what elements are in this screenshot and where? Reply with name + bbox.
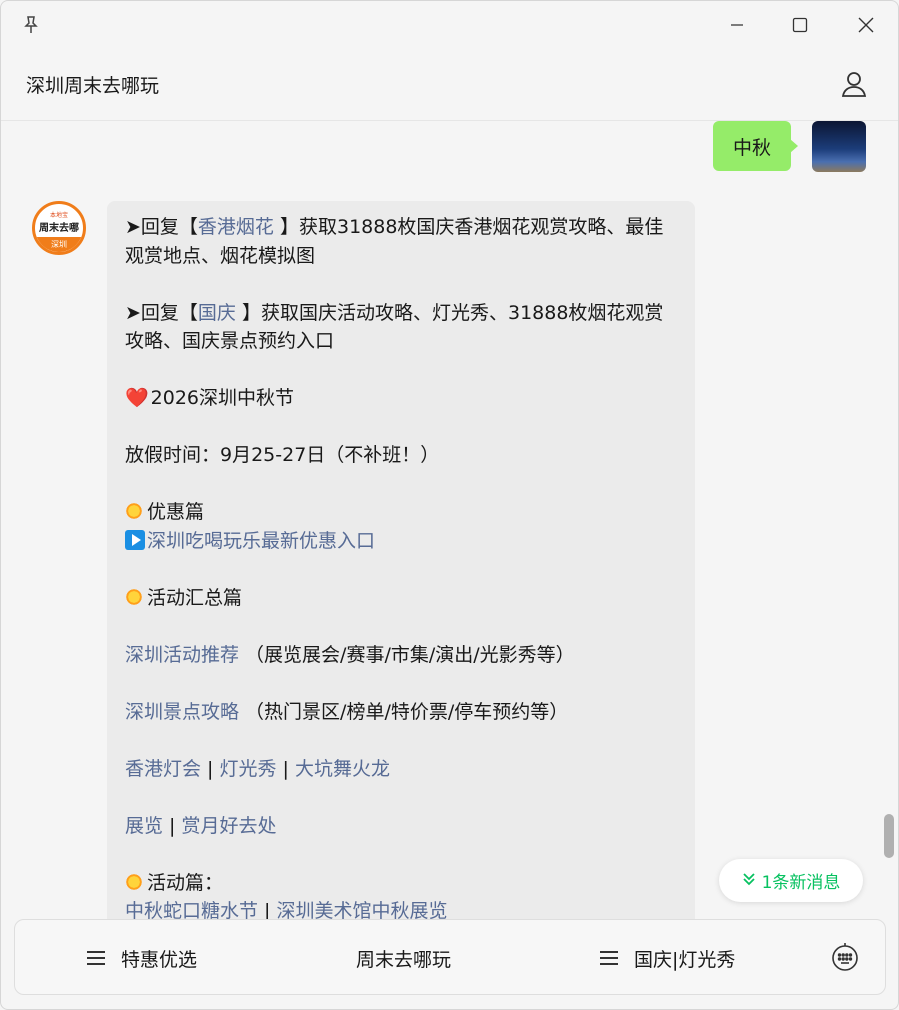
link-art-museum[interactable]: 深圳美术馆中秋展览 bbox=[277, 900, 448, 919]
link-activity-recommend[interactable]: 深圳活动推荐 bbox=[125, 644, 239, 666]
pin-icon[interactable] bbox=[19, 13, 43, 37]
discount-section: 优惠篇 深圳吃喝玩乐最新优惠入口 bbox=[125, 498, 677, 555]
discount-heading: 优惠篇 bbox=[147, 501, 205, 523]
activity-section: 活动篇： 中秋蛇口糖水节 | 深圳美术馆中秋展览 bbox=[125, 869, 677, 919]
menu-item-label: 国庆|灯光秀 bbox=[634, 948, 736, 971]
activity-recommend-desc: （展览展会/赛事/市集/演出/光影秀等） bbox=[239, 643, 575, 666]
sun-icon bbox=[125, 502, 143, 520]
links-line-lanterns: 香港灯会 | 灯光秀 | 大坑舞火龙 bbox=[125, 755, 677, 784]
menu-item-weekend[interactable]: 周末去哪玩 bbox=[356, 920, 451, 996]
chat-window: 深圳周末去哪玩 中秋 本地宝 周末去哪 深圳 ➤回复【香港烟花 】获取31888… bbox=[0, 0, 899, 1010]
bot-message-bubble[interactable]: ➤回复【香港烟花 】获取31888枚国庆香港烟花观赏攻略、最佳观赏地点、烟花模拟… bbox=[107, 201, 695, 919]
bot-avatar-mid-text: 周末去哪 bbox=[39, 223, 79, 234]
activity-summary-heading: 活动汇总篇 bbox=[147, 586, 243, 609]
activity-summary-section: 活动汇总篇 bbox=[125, 584, 677, 613]
link-hk-fireworks[interactable]: 香港烟花 bbox=[198, 216, 274, 238]
reply-prefix: ➤回复【 bbox=[125, 301, 198, 324]
link-discount-entry[interactable]: 深圳吃喝玩乐最新优惠入口 bbox=[147, 530, 375, 552]
bottom-menu-bar: 特惠优选 周末去哪玩 国庆|灯光秀 bbox=[14, 919, 886, 995]
separator: | bbox=[258, 900, 277, 919]
menu-item-label: 特惠优选 bbox=[121, 948, 198, 971]
person-icon[interactable] bbox=[837, 67, 871, 101]
keyboard-icon[interactable] bbox=[830, 942, 860, 972]
scenic-guide-line: 深圳景点攻略 （热门景区/榜单/特价票/停车预约等） bbox=[125, 698, 677, 727]
link-exhibition[interactable]: 展览 bbox=[125, 815, 163, 837]
menu-icon bbox=[600, 951, 618, 965]
scrollbar-thumb[interactable] bbox=[884, 814, 894, 858]
new-message-label: 1条新消息 bbox=[761, 873, 841, 893]
menu-item-national-day[interactable]: 国庆|灯光秀 bbox=[600, 920, 735, 996]
menu-item-label: 周末去哪玩 bbox=[356, 948, 452, 971]
link-shekou-dessert[interactable]: 中秋蛇口糖水节 bbox=[125, 900, 258, 919]
title-bar bbox=[1, 1, 898, 49]
holiday-time: 放假时间：9月25-27日（不补班！） bbox=[125, 444, 440, 466]
bot-avatar-bottom-text: 深圳 bbox=[35, 237, 83, 252]
menu-item-deals[interactable]: 特惠优选 bbox=[87, 920, 197, 996]
links-line-exhibition: 展览 | 赏月好去处 bbox=[125, 812, 677, 841]
separator: | bbox=[201, 757, 220, 780]
link-light-show[interactable]: 灯光秀 bbox=[220, 758, 277, 780]
chat-title: 深圳周末去哪玩 bbox=[26, 75, 160, 97]
link-moon-viewing[interactable]: 赏月好去处 bbox=[182, 815, 277, 837]
my-message-text: 中秋 bbox=[732, 136, 771, 159]
reply-hint-national-day: ➤回复【国庆 】获取国庆活动攻略、灯光秀、31888枚烟花观赏攻略、国庆景点预约… bbox=[125, 299, 677, 356]
double-chevron-down-icon bbox=[742, 872, 756, 890]
link-national-day[interactable]: 国庆 bbox=[198, 302, 236, 324]
bot-avatar-top-text: 本地宝 bbox=[49, 212, 68, 219]
activity-heading: 活动篇： bbox=[147, 871, 224, 894]
close-icon[interactable] bbox=[846, 9, 886, 41]
my-message-bubble[interactable]: 中秋 bbox=[713, 121, 798, 171]
my-avatar[interactable] bbox=[812, 121, 866, 172]
reply-prefix: ➤回复【 bbox=[125, 216, 198, 238]
separator: | bbox=[276, 757, 295, 780]
link-scenic-guide[interactable]: 深圳景点攻略 bbox=[125, 701, 239, 723]
chat-header: 深圳周末去哪玩 bbox=[1, 49, 898, 121]
scenic-guide-desc: （热门景区/榜单/特价票/停车预约等） bbox=[239, 700, 569, 723]
sun-icon bbox=[125, 587, 143, 606]
heart-icon: ❤️ bbox=[125, 387, 149, 409]
minimize-icon[interactable] bbox=[717, 9, 757, 41]
festival-title: ❤️ 2026深圳中秋节 bbox=[125, 384, 677, 413]
festival-title-text: 2026深圳中秋节 bbox=[150, 387, 295, 409]
link-hk-lantern[interactable]: 香港灯会 bbox=[125, 758, 201, 780]
reply-hint-fireworks: ➤回复【香港烟花 】获取31888枚国庆香港烟花观赏攻略、最佳观赏地点、烟花模拟… bbox=[125, 213, 677, 270]
maximize-icon[interactable] bbox=[780, 9, 820, 41]
activity-recommend-line: 深圳活动推荐 （展览展会/赛事/市集/演出/光影秀等） bbox=[125, 641, 677, 670]
link-fire-dragon[interactable]: 大坑舞火龙 bbox=[295, 758, 390, 780]
play-icon bbox=[125, 529, 145, 550]
bot-avatar[interactable]: 本地宝 周末去哪 深圳 bbox=[32, 201, 86, 255]
separator: | bbox=[163, 814, 182, 837]
message-list[interactable]: 中秋 本地宝 周末去哪 深圳 ➤回复【香港烟花 】获取31888枚国庆香港烟花观… bbox=[1, 121, 898, 919]
sun-icon bbox=[125, 872, 143, 891]
menu-icon bbox=[87, 951, 105, 965]
new-message-button[interactable]: 1条新消息 bbox=[719, 859, 863, 902]
